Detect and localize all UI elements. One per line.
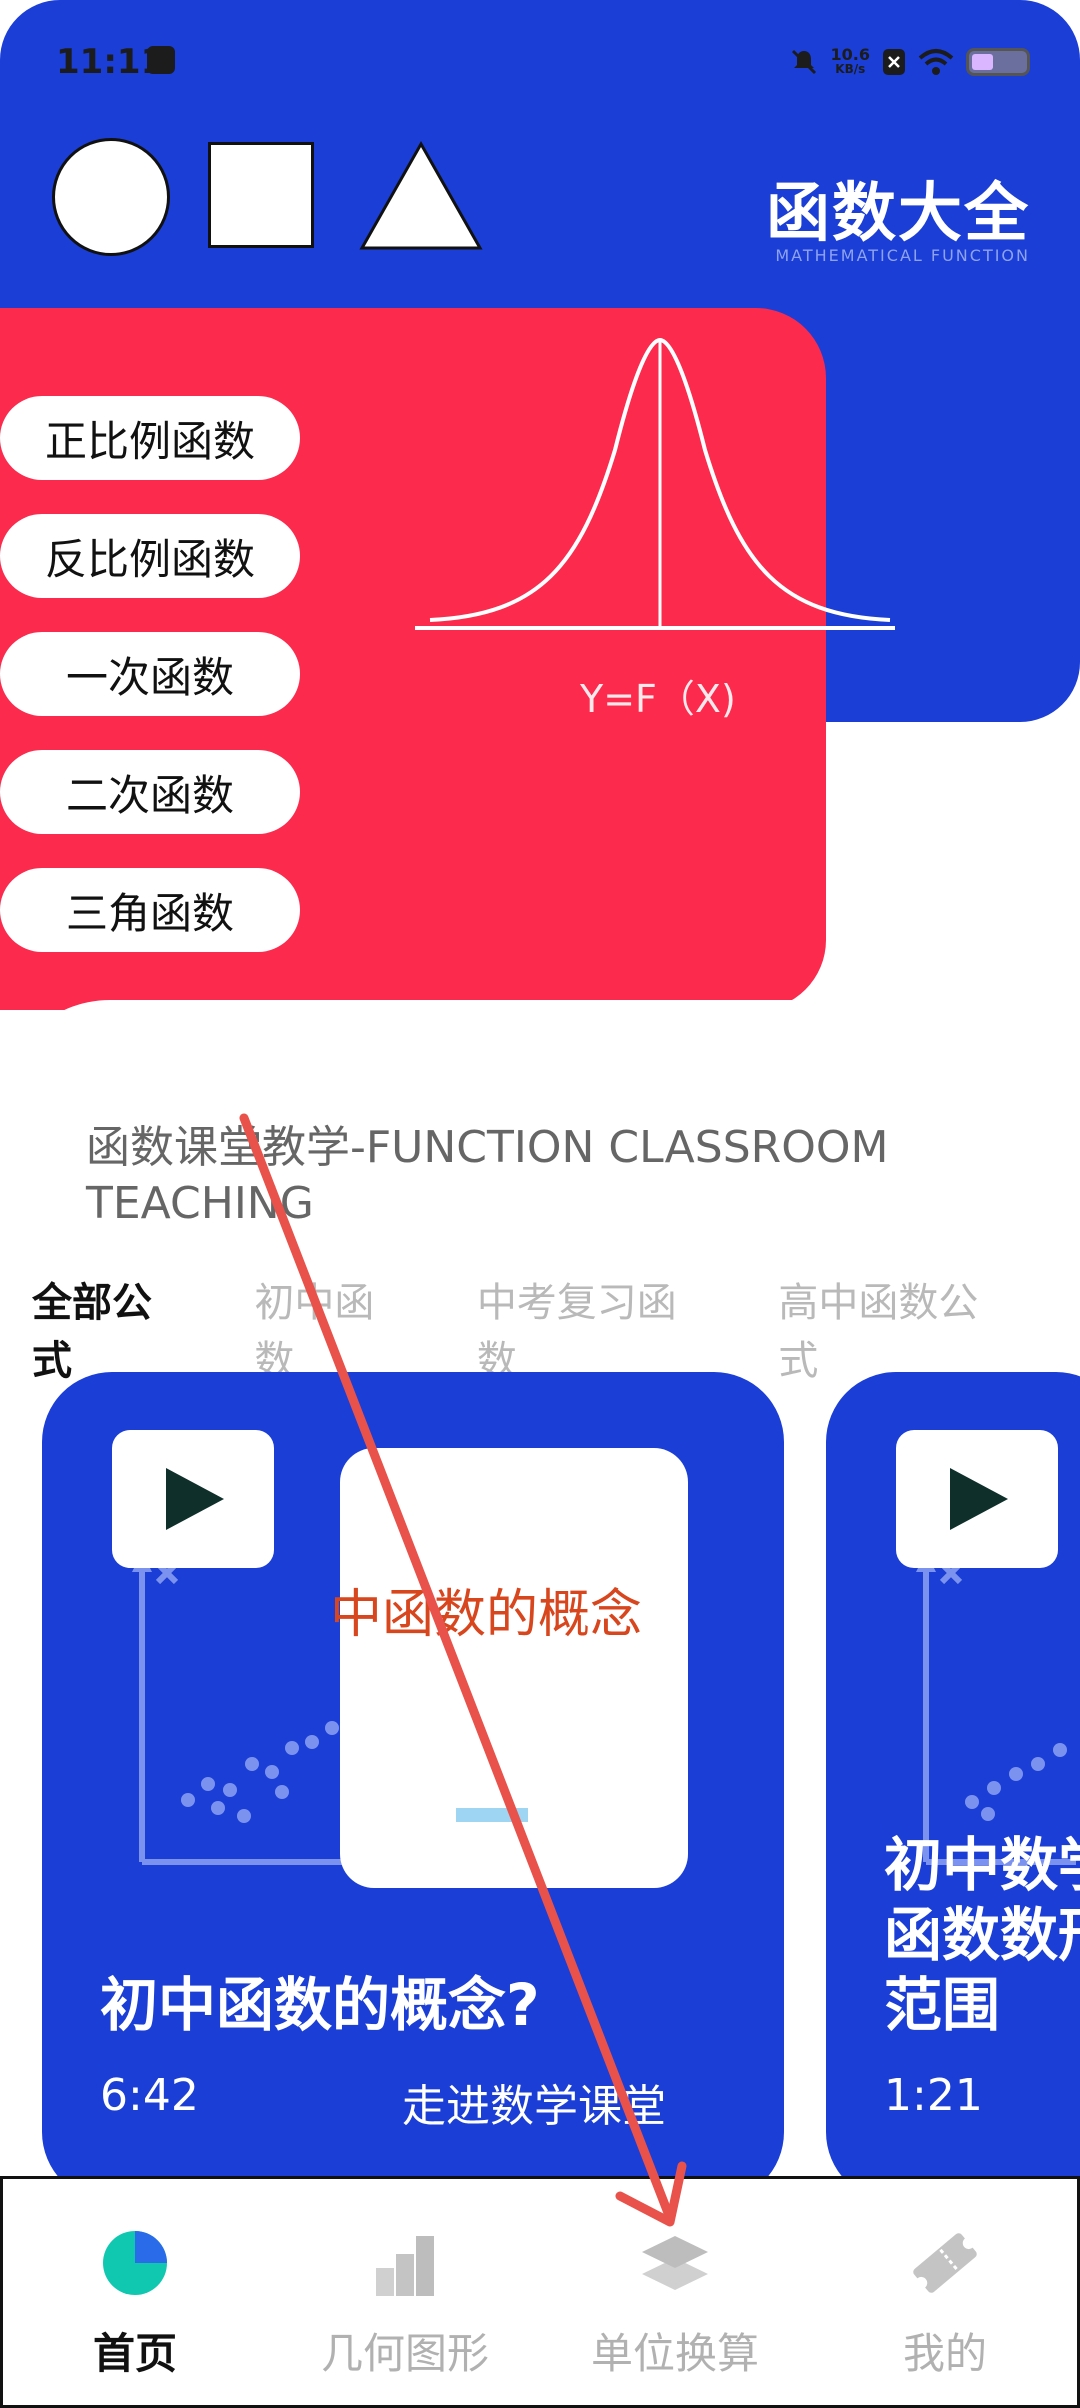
ticket-icon <box>913 2233 977 2293</box>
battery-icon <box>966 48 1030 76</box>
play-button[interactable] <box>112 1430 274 1568</box>
graph-formula: Y=F（X) <box>580 677 736 721</box>
nav-geometry-label: 几何图形 <box>320 2329 489 2378</box>
circle-icon <box>52 138 170 256</box>
play-icon <box>166 1468 224 1530</box>
mute-icon <box>791 49 816 75</box>
nav-profile[interactable]: 我的 <box>845 2228 1045 2381</box>
video-channel: 走进数学课堂 <box>402 2081 666 2132</box>
net-speed-unit: KB/s <box>835 62 866 76</box>
video-duration: 6:42 <box>100 2070 199 2121</box>
wifi-icon <box>918 49 954 75</box>
notification-icon <box>147 46 175 74</box>
section-title: 函数课堂教学-FUNCTION CLASSROOM TEACHING <box>86 1122 889 1229</box>
app-title: 函数大全 <box>766 177 1030 251</box>
home-pie-icon <box>103 2231 167 2295</box>
nav-geometry[interactable]: 几何图形 <box>305 2228 505 2381</box>
status-icons: 10.6 KB/s <box>789 42 1030 82</box>
video-duration: 1:21 <box>884 2070 983 2121</box>
layers-icon <box>642 2236 708 2290</box>
video-title-line: 范围 <box>884 1971 1001 2039</box>
net-speed-value: 10.6 <box>830 45 870 64</box>
category-proportional-button[interactable]: 正比例函数 <box>0 396 300 480</box>
nav-home-label: 首页 <box>92 2329 177 2378</box>
play-button[interactable] <box>896 1430 1058 1568</box>
category-trigonometric-button[interactable]: 三角函数 <box>0 868 300 952</box>
thumbnail-decoration <box>456 1808 528 1822</box>
category-tabs: 全部公式 初中函数 中考复习函数 高中函数公式 <box>32 1270 1080 1386</box>
sim-icon <box>883 49 905 75</box>
video-title-line: 函数数形 <box>884 1901 1080 1969</box>
thumbnail-text: 中函数的概念 <box>330 1585 643 1645</box>
video-title: 初中数学 函数数形 范围 <box>884 1830 1080 2040</box>
nav-unit-conversion[interactable]: 单位换算 <box>575 2228 775 2381</box>
app-subtitle: MATHEMATICAL FUNCTION <box>775 246 1030 265</box>
nav-unit-conversion-label: 单位换算 <box>590 2329 759 2378</box>
tab-all-formulas[interactable]: 全部公式 <box>32 1270 190 1386</box>
bell-curve-graphic <box>415 337 895 630</box>
category-quadratic-button[interactable]: 二次函数 <box>0 750 300 834</box>
video-title: 初中函数的概念? <box>100 1971 540 2039</box>
nav-profile-label: 我的 <box>902 2329 987 2378</box>
video-title-line: 初中数学 <box>884 1831 1080 1899</box>
nav-home[interactable]: 首页 <box>35 2228 235 2381</box>
network-speed: 10.6 KB/s <box>831 47 870 77</box>
category-inverse-proportional-button[interactable]: 反比例函数 <box>0 514 300 598</box>
square-icon <box>208 142 314 248</box>
category-linear-button[interactable]: 一次函数 <box>0 632 300 716</box>
video-thumbnail[interactable] <box>340 1448 688 1888</box>
scatter-decoration <box>916 1552 1076 1865</box>
triangle-icon <box>359 140 483 250</box>
tab-junior-functions[interactable]: 初中函数 <box>254 1270 412 1386</box>
bar-steps-icon <box>376 2236 434 2296</box>
play-icon <box>950 1468 1008 1530</box>
tab-exam-review[interactable]: 中考复习函数 <box>477 1270 715 1386</box>
tab-senior-formulas[interactable]: 高中函数公式 <box>778 1270 1016 1386</box>
